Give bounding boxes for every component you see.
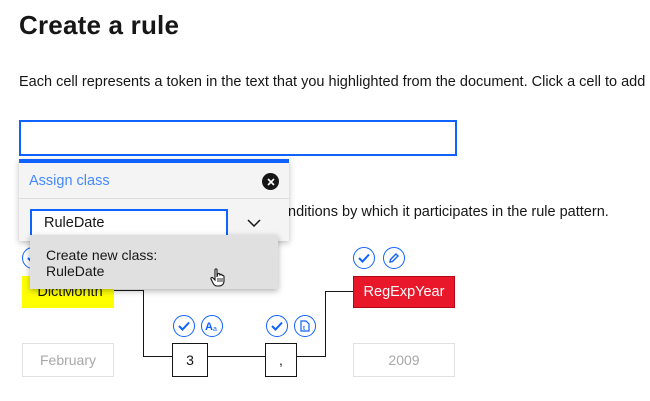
divider [19,198,289,199]
svg-text:A: A [205,321,213,332]
close-icon[interactable] [262,173,279,190]
hand-pointer-cursor-icon [210,268,226,293]
option-value: RuleDate [46,263,105,279]
page-title: Create a rule [19,10,180,40]
edit-icon[interactable] [383,247,405,269]
page-description-continued: nditions by which it participates in the… [288,204,609,220]
token-number[interactable]: 3 [172,343,208,377]
svg-text:t: t [303,326,305,332]
connector-line [325,291,326,357]
rule-text-input[interactable] [19,120,457,156]
connector-line [325,291,353,292]
page-description: Each cell represents a token in the text… [19,74,646,90]
token-february[interactable]: February [22,343,114,377]
text-case-icon[interactable]: Aa [201,315,223,337]
check-icon[interactable] [266,315,288,337]
regexpyear-class-chip[interactable]: RegExpYear [353,276,455,308]
check-icon[interactable] [353,247,375,269]
chevron-down-icon[interactable] [230,209,278,237]
token-type-icon[interactable]: t [294,315,316,337]
token-comma[interactable]: , [265,343,297,377]
assign-class-popover: Assign class RuleDate [19,159,289,241]
connector-line [114,290,144,291]
check-icon[interactable] [173,315,195,337]
token-year[interactable]: 2009 [353,343,455,377]
connector-line [297,356,325,357]
option-label: Create new class: [46,247,158,263]
svg-text:a: a [213,326,217,332]
connector-line [208,356,266,357]
class-name-input[interactable]: RuleDate [30,209,228,237]
connector-line [143,356,173,357]
assign-class-title: Assign class [29,173,110,189]
create-new-class-option[interactable]: Create new class: RuleDate [30,235,278,289]
connector-line [143,290,144,356]
